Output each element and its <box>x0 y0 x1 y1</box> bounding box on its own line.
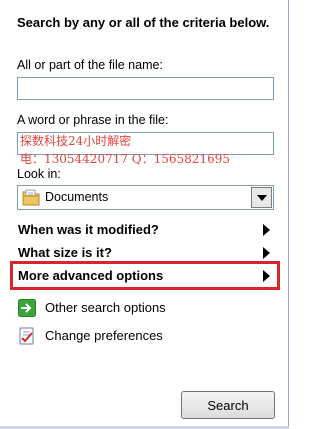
section-label: What size is it? <box>18 245 112 260</box>
link-label: Other search options <box>45 300 166 315</box>
expand-arrow-icon <box>263 270 270 282</box>
pane-border <box>288 0 289 429</box>
section-what-size[interactable]: What size is it? <box>18 243 276 263</box>
green-arrow-icon <box>18 299 36 317</box>
watermark-line-2: 电：13054420717 Q：1565821695 <box>20 152 230 166</box>
search-heading: Search by any or all of the criteria bel… <box>17 15 270 30</box>
link-label: Change preferences <box>45 328 163 343</box>
look-in-value: Documents <box>45 190 109 204</box>
watermark-line-1: 探数科技24小时解密 <box>20 134 132 148</box>
link-other-search-options[interactable]: Other search options <box>18 297 258 319</box>
expand-arrow-icon <box>263 224 270 236</box>
expand-arrow-icon <box>263 247 270 259</box>
section-label: More advanced options <box>18 268 164 283</box>
phrase-label: A word or phrase in the file: <box>17 113 169 127</box>
search-assistant-pane: Search by any or all of the criteria bel… <box>0 0 289 429</box>
look-in-dropdown[interactable]: Documents <box>17 185 274 210</box>
chevron-down-icon[interactable] <box>251 187 272 208</box>
link-change-preferences[interactable]: Change preferences <box>18 325 258 347</box>
file-name-input[interactable] <box>17 77 274 100</box>
section-more-advanced[interactable]: More advanced options <box>18 266 276 286</box>
section-when-modified[interactable]: When was it modified? <box>18 220 276 240</box>
checklist-icon <box>18 327 36 345</box>
file-name-label: All or part of the file name: <box>17 58 163 72</box>
look-in-label: Look in: <box>17 167 61 181</box>
section-label: When was it modified? <box>18 222 159 237</box>
documents-folder-icon <box>22 189 40 206</box>
search-button[interactable]: Search <box>181 391 275 419</box>
